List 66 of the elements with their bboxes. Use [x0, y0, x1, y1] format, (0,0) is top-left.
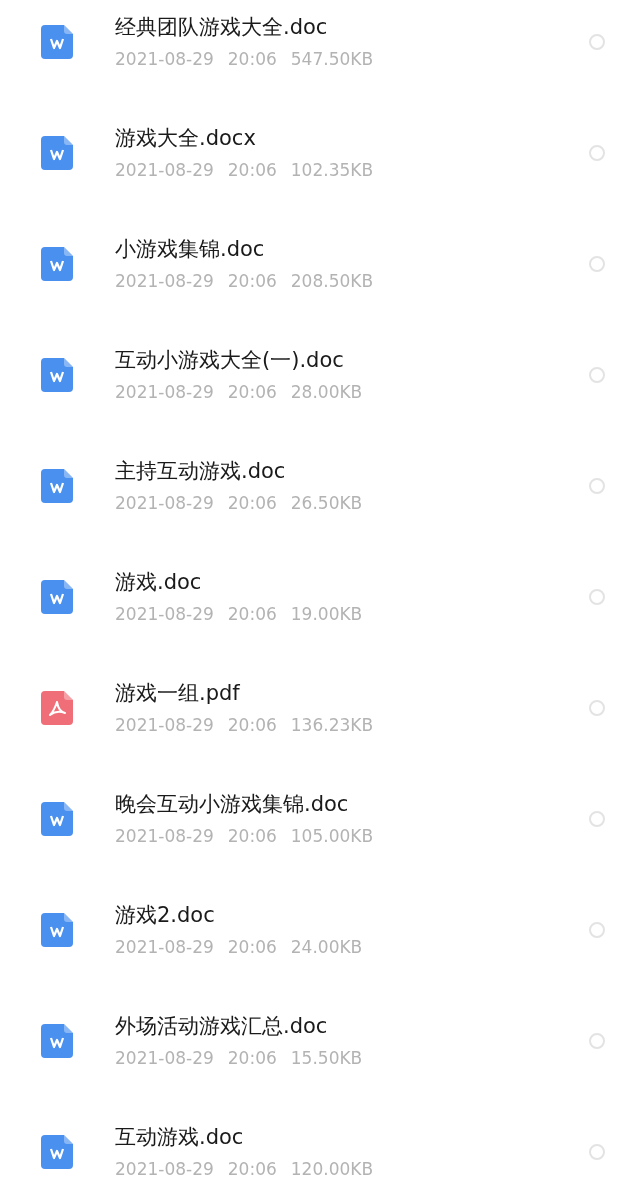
file-date: 2021-08-29	[115, 1157, 214, 1180]
file-date: 2021-08-29	[115, 269, 214, 292]
file-size: 28.00KB	[290, 380, 363, 403]
file-name: 晚会互动小游戏集锦.doc	[115, 790, 350, 817]
document-file-icon	[41, 468, 73, 503]
file-date: 2021-08-29	[115, 47, 214, 70]
select-radio[interactable]	[589, 921, 605, 938]
select-radio[interactable]	[589, 255, 605, 272]
select-radio[interactable]	[589, 1032, 605, 1049]
file-time: 20:06	[227, 269, 277, 292]
file-time: 20:06	[227, 602, 277, 625]
file-date: 2021-08-29	[115, 602, 214, 625]
document-file-icon	[41, 135, 73, 170]
select-radio[interactable]	[589, 1143, 605, 1160]
file-size: 120.00KB	[290, 1157, 374, 1180]
document-file-icon	[41, 24, 73, 59]
file-size: 26.50KB	[290, 491, 363, 514]
file-date: 2021-08-29	[115, 491, 214, 514]
document-file-icon	[41, 357, 73, 392]
file-name: 互动小游戏大全(一).doc	[115, 346, 345, 373]
file-date: 2021-08-29	[115, 380, 214, 403]
file-time: 20:06	[227, 935, 277, 958]
file-date: 2021-08-29	[115, 824, 214, 847]
select-radio[interactable]	[589, 144, 605, 161]
file-name: 游戏2.doc	[115, 901, 216, 928]
select-radio[interactable]	[589, 699, 605, 716]
file-time: 20:06	[227, 47, 277, 70]
file-name: 互动游戏.doc	[115, 1123, 245, 1150]
file-time: 20:06	[227, 713, 277, 736]
file-name: 外场活动游戏汇总.doc	[115, 1012, 329, 1039]
file-name: 小游戏集锦.doc	[115, 235, 266, 262]
select-radio[interactable]	[589, 33, 605, 50]
file-date: 2021-08-29	[115, 1046, 214, 1069]
document-file-icon	[41, 1134, 73, 1169]
document-file-icon	[41, 912, 73, 947]
file-size: 15.50KB	[290, 1046, 363, 1069]
select-radio[interactable]	[589, 588, 605, 605]
file-name: 经典团队游戏大全.doc	[115, 13, 329, 40]
file-time: 20:06	[227, 380, 277, 403]
file-size: 208.50KB	[290, 269, 374, 292]
file-size: 102.35KB	[290, 158, 374, 181]
file-size: 547.50KB	[290, 47, 374, 70]
document-file-icon	[41, 579, 73, 614]
file-time: 20:06	[227, 491, 277, 514]
document-file-icon	[41, 1023, 73, 1058]
file-name: 游戏一组.pdf	[115, 679, 241, 706]
file-time: 20:06	[227, 824, 277, 847]
select-radio[interactable]	[589, 810, 605, 827]
file-date: 2021-08-29	[115, 713, 214, 736]
file-time: 20:06	[227, 158, 277, 181]
document-file-icon	[41, 246, 73, 281]
file-date: 2021-08-29	[115, 158, 214, 181]
document-file-icon	[41, 801, 73, 836]
file-time: 20:06	[227, 1157, 277, 1180]
file-date: 2021-08-29	[115, 935, 214, 958]
file-name: 游戏.doc	[115, 568, 203, 595]
file-size: 19.00KB	[290, 602, 363, 625]
pdf-file-icon	[41, 690, 73, 725]
file-name: 主持互动游戏.doc	[115, 457, 287, 484]
file-name: 游戏大全.docx	[115, 124, 257, 151]
select-radio[interactable]	[589, 477, 605, 494]
select-radio[interactable]	[589, 366, 605, 383]
file-size: 136.23KB	[290, 713, 374, 736]
file-size: 24.00KB	[290, 935, 363, 958]
file-time: 20:06	[227, 1046, 277, 1069]
file-size: 105.00KB	[290, 824, 374, 847]
